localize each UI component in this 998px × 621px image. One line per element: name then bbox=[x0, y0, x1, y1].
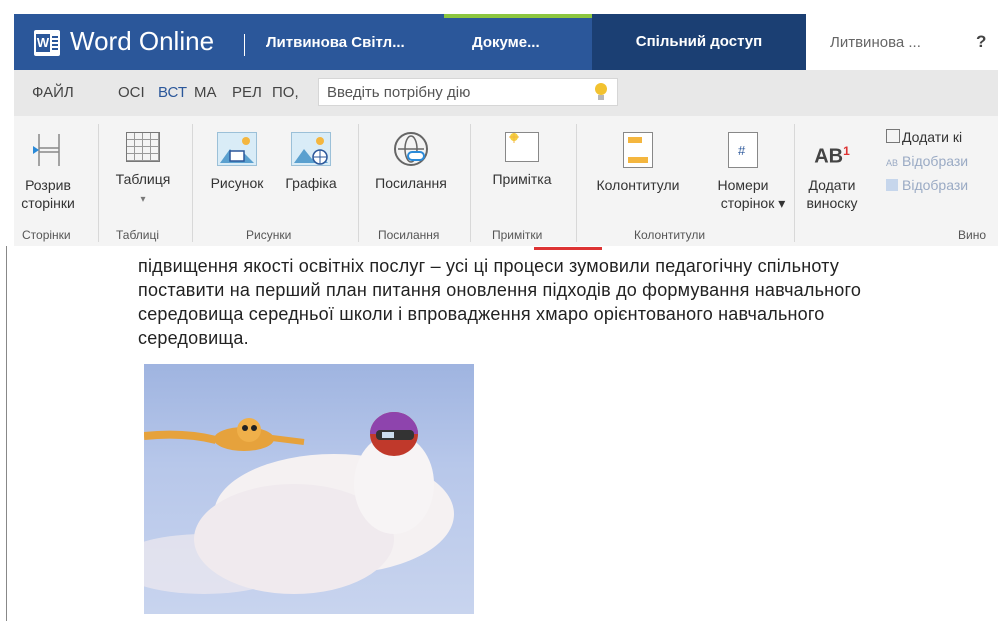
page-numbers-label-2: сторінок ▾ bbox=[720, 195, 786, 211]
user-account-panel[interactable]: Литвинова ... ? bbox=[806, 14, 998, 70]
graphics-label: Графіка bbox=[285, 175, 337, 191]
paragraph-line: середовища середньої школи і впровадженн… bbox=[138, 304, 825, 324]
paragraph-line: підвищення якості освітніх послуг – усі … bbox=[138, 256, 840, 276]
document-canvas[interactable]: підвищення якості освітніх послуг – усі … bbox=[14, 246, 998, 621]
inserted-image[interactable] bbox=[144, 364, 474, 614]
title-bar: W Word Online Литвинова Світл... Докуме.… bbox=[14, 14, 998, 70]
show-endnotes-label: Відобрази bbox=[902, 177, 969, 193]
comment-icon bbox=[505, 132, 539, 162]
page-numbers-button[interactable]: # Номери сторінок ▾ bbox=[698, 132, 788, 212]
header-footer-icon bbox=[623, 132, 653, 168]
tab-home[interactable]: ОСІ bbox=[118, 84, 145, 101]
cartoon-cloud-illustration bbox=[144, 412, 454, 594]
title-separator bbox=[244, 34, 245, 56]
endnote-button[interactable]: Додати кі bbox=[886, 128, 998, 146]
window-left-border bbox=[6, 246, 7, 621]
document-name[interactable]: Докуме... bbox=[472, 34, 540, 51]
paragraph-line: поставити на перший план питання оновлен… bbox=[138, 280, 862, 300]
show-footnotes-icon: AB bbox=[886, 158, 899, 168]
user-name[interactable]: Литвинова ... bbox=[830, 34, 921, 51]
svg-text:#: # bbox=[738, 143, 746, 158]
share-button[interactable]: Спільний доступ bbox=[592, 14, 806, 70]
footnote-icon: AB1 bbox=[814, 144, 850, 168]
link-label: Посилання bbox=[375, 175, 447, 191]
tab-layout[interactable]: МА bbox=[194, 84, 217, 101]
group-label-header-footer: Колонтитули bbox=[634, 228, 706, 242]
globe-link-icon bbox=[394, 132, 428, 166]
lightbulb-icon bbox=[595, 83, 607, 95]
page-break-label-1: Розрив bbox=[25, 177, 71, 193]
endnote-label: Додати кі bbox=[902, 129, 963, 145]
group-label-footnotes: Вино bbox=[958, 228, 987, 242]
tab-review[interactable]: РЕЛ bbox=[232, 84, 262, 101]
comment-label: Примітка bbox=[492, 171, 552, 187]
page-numbers-label-1: Номери bbox=[717, 177, 769, 193]
ribbon-insert: Розрив сторінки Таблиця ▾ Рисунок Графік… bbox=[14, 116, 998, 247]
group-label-pictures: Рисунки bbox=[246, 228, 292, 242]
ribbon-tabs: ФАЙЛ ОСІ ВСТ МА РЕЛ ПО, Введіть потрібну… bbox=[14, 70, 998, 116]
endnote-icon bbox=[886, 129, 900, 143]
header-footer-label: Колонтитули bbox=[596, 177, 680, 193]
table-icon bbox=[126, 132, 160, 162]
picture-label: Рисунок bbox=[210, 175, 264, 191]
tell-me-placeholder: Введіть потрібну дію bbox=[327, 84, 471, 101]
page-break-icon bbox=[31, 132, 65, 168]
picture-button[interactable]: Рисунок bbox=[202, 132, 272, 192]
tab-view[interactable]: ПО, bbox=[272, 84, 299, 101]
footnote-label-2: виноску bbox=[806, 195, 858, 211]
graphics-button[interactable]: Графіка bbox=[276, 132, 346, 192]
group-label-links: Посилання bbox=[378, 228, 440, 242]
group-label-comments: Примітки bbox=[492, 228, 543, 242]
table-button[interactable]: Таблиця ▾ bbox=[108, 132, 178, 209]
link-button[interactable]: Посилання bbox=[366, 132, 456, 192]
show-endnotes-icon bbox=[886, 179, 898, 191]
table-label: Таблиця bbox=[115, 171, 171, 187]
show-footnotes-label: Відобрази bbox=[902, 153, 969, 169]
group-label-tables: Таблиці bbox=[116, 228, 160, 242]
app-name[interactable]: Word Online bbox=[70, 26, 214, 57]
tell-me-input[interactable]: Введіть потрібну дію bbox=[318, 78, 618, 106]
table-caret-icon: ▾ bbox=[140, 194, 146, 205]
word-logo-icon[interactable]: W bbox=[34, 30, 60, 56]
tab-insert[interactable]: ВСТ bbox=[158, 84, 187, 101]
onedrive-user-link[interactable]: Литвинова Світл... bbox=[266, 34, 405, 51]
page-number-icon: # bbox=[728, 132, 758, 168]
help-icon[interactable]: ? bbox=[976, 32, 986, 52]
group-label-pages: Сторінки bbox=[22, 228, 71, 242]
show-endnotes-button[interactable]: Відобрази bbox=[886, 176, 998, 194]
footnote-label-1: Додати bbox=[808, 177, 856, 193]
window-top-border bbox=[0, 0, 998, 14]
online-picture-icon bbox=[291, 132, 331, 166]
picture-icon bbox=[217, 132, 257, 166]
page-break-label-2: сторінки bbox=[21, 195, 75, 211]
page-break-button[interactable]: Розрив сторінки bbox=[16, 132, 80, 212]
footnote-button[interactable]: AB1 Додати виноску bbox=[798, 134, 866, 212]
show-footnotes-button[interactable]: AB Відобрази bbox=[886, 152, 998, 172]
header-footer-button[interactable]: Колонтитули bbox=[584, 132, 692, 194]
comment-button[interactable]: Примітка bbox=[478, 132, 566, 188]
tab-file[interactable]: ФАЙЛ bbox=[32, 84, 74, 101]
document-paragraph[interactable]: підвищення якості освітніх послуг – усі … bbox=[138, 254, 998, 350]
spellcheck-squiggle bbox=[534, 247, 602, 250]
paragraph-line: середовища. bbox=[138, 328, 249, 348]
